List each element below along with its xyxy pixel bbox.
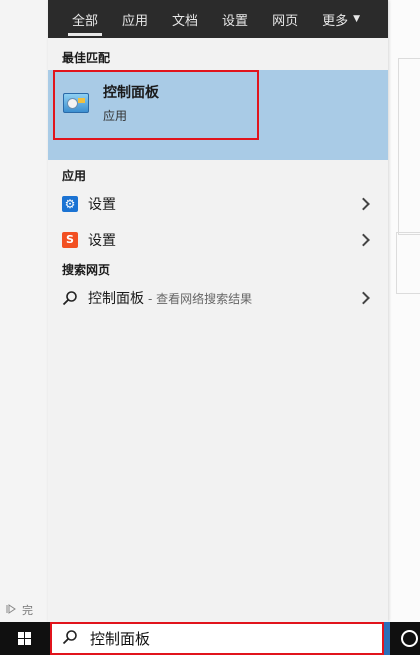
windows-logo-icon <box>17 632 31 645</box>
web-search-hint: - 查看网络搜索结果 <box>148 291 253 306</box>
app-result-settings-sogou[interactable]: S 设置 <box>48 222 388 258</box>
cortana-button[interactable] <box>398 622 420 655</box>
search-filter-tabs: 全部 应用 文档 设置 网页 更多 ▼ <box>48 0 388 38</box>
search-icon <box>62 290 78 306</box>
taskbar-accent <box>384 622 390 655</box>
web-search-query: 控制面板 <box>88 291 144 307</box>
best-match-heading: 最佳匹配 <box>62 50 111 65</box>
chevron-right-icon[interactable] <box>357 291 370 305</box>
tab-all[interactable]: 全部 <box>60 0 110 38</box>
chevron-right-icon[interactable] <box>357 233 370 247</box>
taskbar-search-box[interactable] <box>50 622 384 655</box>
app-result-label: 设置 <box>88 197 116 213</box>
gear-icon: ⚙ <box>62 196 78 212</box>
background-window-right <box>388 0 420 622</box>
tab-settings[interactable]: 设置 <box>210 0 260 38</box>
start-button[interactable] <box>0 622 48 655</box>
app-result-settings[interactable]: ⚙ 设置 <box>48 186 388 222</box>
web-search-result[interactable]: 控制面板 - 查看网络搜索结果 <box>48 280 388 316</box>
search-icon <box>62 629 78 649</box>
cortana-circle-icon <box>400 630 418 647</box>
background-window-left: 完 <box>0 0 49 622</box>
apps-heading: 应用 <box>62 168 87 183</box>
play-outline-icon <box>6 603 16 617</box>
control-panel-icon <box>63 93 89 113</box>
taskbar <box>0 622 420 655</box>
best-match-result[interactable]: 控制面板 应用 <box>48 70 388 160</box>
caret-down-icon: ▼ <box>353 14 361 24</box>
background-panel-edge <box>398 58 420 235</box>
background-status-text: 完 <box>22 604 33 617</box>
best-match-subtitle: 应用 <box>103 109 128 123</box>
tab-apps[interactable]: 应用 <box>110 0 160 38</box>
app-result-label: 设置 <box>88 233 116 249</box>
tab-web[interactable]: 网页 <box>260 0 310 38</box>
tab-documents[interactable]: 文档 <box>160 0 210 38</box>
best-match-title: 控制面板 <box>103 85 159 101</box>
sogou-s-icon: S <box>62 232 78 248</box>
chevron-right-icon[interactable] <box>357 197 370 211</box>
search-input[interactable] <box>88 628 352 649</box>
background-status-bar: 完 <box>6 602 33 618</box>
start-search-panel: 全部 应用 文档 设置 网页 更多 ▼ 最佳匹配 控制面板 应用 应用 ⚙ 设置… <box>48 0 388 622</box>
background-panel-edge <box>396 232 420 294</box>
tab-more[interactable]: 更多 ▼ <box>310 0 372 38</box>
web-search-heading: 搜索网页 <box>62 262 111 277</box>
